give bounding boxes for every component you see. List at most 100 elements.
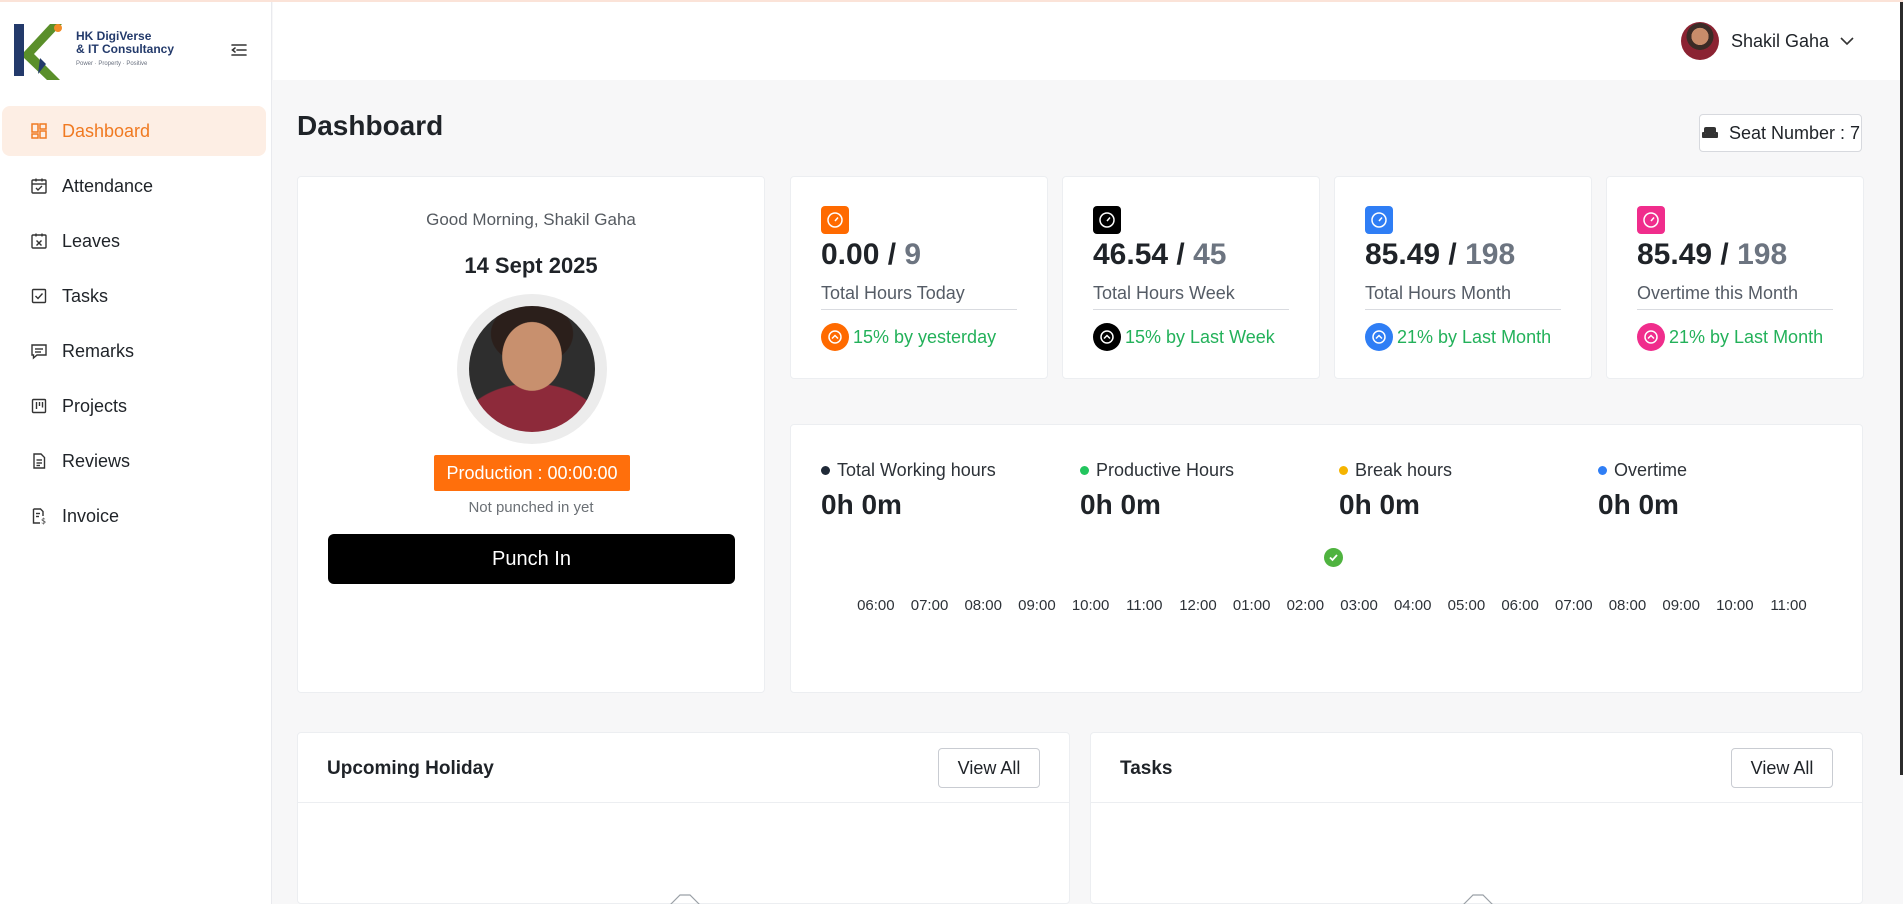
brand-line-2: & IT Consultancy [76,41,175,56]
timeline-tick: 05:00 [1447,597,1486,614]
timeline-tick: 06:00 [1501,597,1539,614]
sidebar-item-attendance[interactable]: Attendance [2,161,266,211]
legend-dot [1080,466,1089,475]
brand-tagline: Power · Property · Positive [76,60,148,67]
hours-label: Productive Hours [1096,460,1235,480]
sidebar-item-label: Invoice [62,505,120,526]
hours-overtime: Overtime 0h 0m [1598,460,1687,521]
sidebar-item-label: Projects [62,395,128,416]
profile-card: Good Morning, Shakil Gaha 14 Sept 2025 P… [297,176,765,693]
hours-label: Break hours [1355,460,1453,480]
sidebar: HK DigiVerse & IT Consultancy Power · Pr… [0,0,272,904]
current-date: 14 Sept 2025 [464,253,598,278]
check-circle-icon [1324,548,1343,567]
timeline-tick: 08:00 [964,597,1002,614]
timeline-tick: 10:00 [1716,597,1754,614]
sidebar-item-label: Remarks [62,340,135,361]
upcoming-holiday-card: Upcoming Holiday View All [297,732,1070,904]
seat-number-badge: Seat Number : 7 [1699,114,1862,152]
avatar [1680,22,1719,60]
legend-dot [1339,466,1348,475]
card-header: Tasks View All [1091,733,1862,803]
stat-trend: 15% by Last Week [1093,323,1275,351]
stat-trend-text: 15% by Last Week [1125,326,1275,347]
production-timer: Production : 00:00:00 [434,455,630,491]
sidebar-item-leaves[interactable]: Leaves [2,216,266,266]
page-title: Dashboard [297,110,444,141]
stat-current: 85.49 [1637,238,1713,271]
stat-current: 85.49 [1365,238,1441,271]
sidebar-item-label: Tasks [62,285,109,306]
stat-label: Total Hours Week [1093,283,1289,310]
tasks-card: Tasks View All [1090,732,1863,904]
timeline-tick: 07:00 [1555,597,1593,614]
stat-trend: 21% by Last Month [1365,323,1551,351]
hours-break: Break hours 0h 0m [1339,460,1452,521]
card-title: Upcoming Holiday [327,758,494,779]
sidebar-nav: Dashboard Attendance Leaves Tasks Remark… [2,106,266,546]
timeline-tick: 10:00 [1071,597,1110,614]
timeline-tick: 06:00 [857,597,895,614]
stat-value: 46.54 / 45 [1093,238,1227,271]
stat-value: 85.49 / 198 [1637,238,1788,271]
stat-label: Total Hours Today [821,283,1017,310]
legend-dot [1598,466,1607,475]
view-all-tasks-button[interactable]: View All [1731,748,1833,788]
sidebar-item-label: Reviews [62,450,131,471]
profile-photo-frame [457,294,607,444]
stat-label: Overtime this Month [1637,283,1833,310]
punch-status: Not punched in yet [468,499,594,516]
message-icon [30,342,48,360]
kanban-icon [30,397,48,415]
punch-in-button[interactable]: Punch In [328,534,735,584]
sidebar-item-remarks[interactable]: Remarks [2,326,266,376]
sidebar-item-label: Leaves [62,230,121,251]
stat-value: 85.49 / 198 [1365,238,1516,271]
timeline-axis: 06:00 07:00 08:00 09:00 10:00 11:00 12:0… [849,597,1815,614]
greeting: Good Morning, Shakil Gaha [426,210,636,229]
stat-total: 198 [1465,238,1516,271]
working-hours-card: Total Working hours 0h 0m Productive Hou… [790,424,1863,693]
sidebar-item-dashboard[interactable]: Dashboard [2,106,266,156]
timeline-tick: 07:00 [910,597,949,614]
stat-trend-text: 21% by Last Month [1669,326,1824,347]
timeline-tick: 12:00 [1179,597,1217,614]
timeline-tick: 11:00 [1126,597,1163,614]
brand-logo[interactable]: HK DigiVerse & IT Consultancy Power · Pr… [10,18,174,82]
arrow-up-circle-icon [1365,323,1393,351]
legend-dot [821,466,830,475]
timeline-tick: 09:00 [1018,597,1056,614]
empty-state-icon [1463,894,1493,904]
timeline-tick: 01:00 [1232,597,1271,614]
hk-logo-icon [14,24,62,80]
stat-total: 198 [1737,238,1788,271]
stat-card-overtime: 85.49 / 198 Overtime this Month 21% by L… [1606,176,1864,379]
sidebar-item-reviews[interactable]: Reviews [2,436,266,486]
stat-trend-text: 15% by yesterday [853,326,997,347]
hours-value: 0h 0m [1080,489,1161,520]
hours-productive: Productive Hours 0h 0m [1080,460,1234,521]
stat-trend: 15% by yesterday [821,323,996,351]
timeline-tick: 02:00 [1286,597,1325,614]
speedometer-icon [1093,206,1121,234]
svg-text:$: $ [41,517,46,526]
hours-label: Overtime [1614,460,1688,480]
sidebar-item-invoice[interactable]: $ Invoice [2,491,266,541]
empty-state-icon [670,894,700,904]
invoice-icon: $ [30,507,48,525]
checkbox-icon [30,287,48,305]
collapse-menu-icon[interactable] [229,40,249,60]
seat-icon [1701,127,1718,138]
stat-label: Total Hours Month [1365,283,1561,310]
seat-number-label: Seat Number : 7 [1728,122,1861,143]
calendar-check-icon [30,177,48,195]
user-name: Shakil Gaha [1730,30,1829,51]
sidebar-item-projects[interactable]: Projects [2,381,266,431]
view-all-holidays-button[interactable]: View All [938,748,1040,788]
sidebar-item-tasks[interactable]: Tasks [2,271,266,321]
hours-value: 0h 0m [821,489,902,520]
stat-trend: 21% by Last Month [1637,323,1823,351]
arrow-up-circle-icon [1093,323,1121,351]
hours-label: Total Working hours [837,460,996,480]
user-menu[interactable]: Shakil Gaha [1680,22,1855,60]
